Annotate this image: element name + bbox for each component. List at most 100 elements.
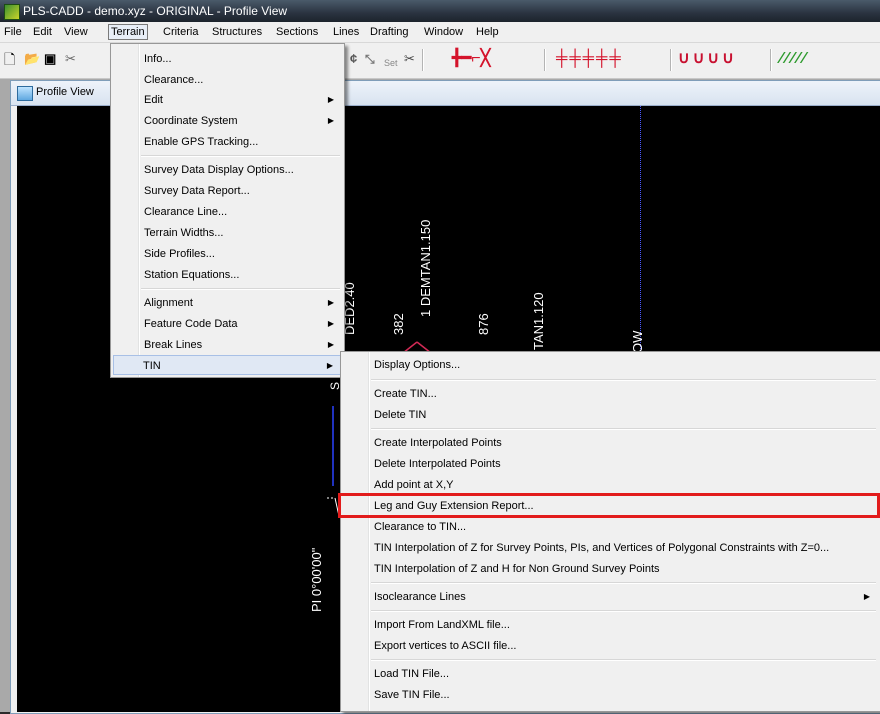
submenu-arrow-icon: ▶ — [327, 340, 334, 349]
menu-item-label: Terrain Widths... — [144, 227, 224, 239]
toolbar-separator — [544, 49, 546, 71]
tin-submenu: Display Options... Create TIN... Delete … — [340, 351, 880, 712]
tin-menu-add-point[interactable]: Add point at X,Y — [343, 475, 878, 495]
wire-tools-icon[interactable]: ╪╪╪╪╪ — [556, 51, 623, 67]
menu-lines[interactable]: Lines — [330, 25, 362, 39]
terrain-menu-info[interactable]: Info... — [113, 49, 342, 69]
menu-separator — [371, 659, 876, 661]
tin-menu-delete-interpolated[interactable]: Delete Interpolated Points — [343, 454, 878, 474]
terrain-menu-break-lines[interactable]: Break Lines ▶ — [113, 335, 342, 355]
menu-item-label: Survey Data Display Options... — [144, 164, 294, 176]
annotation-highlight-box — [338, 493, 880, 518]
submenu-arrow-icon: ▶ — [327, 319, 334, 328]
menu-item-label: Edit — [144, 94, 163, 106]
menu-item-label: Clearance to TIN... — [374, 521, 467, 533]
terrain-menu-clearance-line[interactable]: Clearance Line... — [113, 202, 342, 222]
menu-window[interactable]: Window — [421, 25, 466, 39]
menu-item-label: Side Profiles... — [144, 248, 215, 260]
pls-cadd-app-icon — [4, 4, 20, 20]
tin-menu-interp-z-survey[interactable]: TIN Interpolation of Z for Survey Points… — [343, 538, 878, 558]
sag-tools-icon[interactable]: ∪∪∪∪ — [678, 51, 737, 67]
menu-separator — [371, 428, 876, 430]
menu-edit[interactable]: Edit — [30, 25, 55, 39]
menu-item-label: Create TIN... — [374, 388, 437, 400]
menu-criteria[interactable]: Criteria — [160, 25, 201, 39]
staking-tools-icon[interactable]: ⁄⁄⁄⁄⁄ — [780, 51, 808, 67]
tin-menu-load-tin[interactable]: Load TIN File... — [343, 664, 878, 684]
menu-file[interactable]: File — [1, 25, 25, 39]
menu-structures[interactable]: Structures — [209, 25, 265, 39]
menu-item-label: Save TIN File... — [374, 689, 450, 701]
menubar: File Edit View Terrain Criteria Structur… — [0, 22, 880, 43]
tin-menu-interp-z-h[interactable]: TIN Interpolation of Z and H for Non Gro… — [343, 559, 878, 579]
tin-menu-delete-tin[interactable]: Delete TIN — [343, 405, 878, 425]
terrain-menu-survey-display-options[interactable]: Survey Data Display Options... — [113, 160, 342, 180]
tin-menu-clearance-to-tin[interactable]: Clearance to TIN... — [343, 517, 878, 537]
set-button[interactable]: Set — [384, 55, 398, 71]
terrain-menu-side-profiles[interactable]: Side Profiles... — [113, 244, 342, 264]
terrain-menu-edit[interactable]: Edit ▶ — [113, 90, 342, 110]
profile-view-title: Profile View — [36, 86, 94, 98]
menu-drafting[interactable]: Drafting — [367, 25, 412, 39]
menu-item-label: Coordinate System — [144, 115, 238, 127]
cut-icon[interactable]: ✂ — [65, 51, 76, 67]
menu-separator — [371, 610, 876, 612]
submenu-arrow-icon: ▶ — [327, 298, 334, 307]
menu-item-label: Add point at X,Y — [374, 479, 454, 491]
submenu-arrow-icon: ▶ — [326, 361, 333, 370]
submenu-arrow-icon: ▶ — [327, 95, 334, 104]
save-icon[interactable]: ▣ — [44, 51, 56, 67]
menu-item-label: Delete TIN — [374, 409, 427, 421]
menu-view[interactable]: View — [61, 25, 91, 39]
terrain-menu-coordinate-system[interactable]: Coordinate System ▶ — [113, 111, 342, 131]
tin-menu-isoclearance-lines[interactable]: Isoclearance Lines ▶ — [343, 587, 878, 607]
terrain-menu-survey-report[interactable]: Survey Data Report... — [113, 181, 342, 201]
submenu-arrow-icon: ▶ — [863, 592, 870, 601]
dollar-icon[interactable]: ¢ — [350, 51, 357, 67]
new-icon[interactable]: 🗋 — [4, 51, 15, 67]
terrain-menu-enable-gps[interactable]: Enable GPS Tracking... — [113, 132, 342, 152]
menu-help[interactable]: Help — [473, 25, 502, 39]
open-icon[interactable]: 📂 — [24, 51, 40, 67]
terrain-menu: Info... Clearance... Edit ▶ Coordinate Sy… — [110, 43, 345, 378]
terrain-menu-feature-code[interactable]: Feature Code Data ▶ — [113, 314, 342, 334]
window-titlebar: PLS-CADD - demo.xyz - ORIGINAL - Profile… — [0, 0, 880, 22]
terrain-menu-clearance[interactable]: Clearance... — [113, 70, 342, 90]
menu-sections[interactable]: Sections — [273, 25, 321, 39]
menu-item-label: Export vertices to ASCII file... — [374, 640, 517, 652]
scissors-icon[interactable]: ✂ — [404, 51, 415, 67]
menu-item-label: Isoclearance Lines — [374, 591, 466, 603]
menu-item-label: Info... — [144, 53, 172, 65]
menu-separator — [141, 288, 340, 290]
terrain-menu-terrain-widths[interactable]: Terrain Widths... — [113, 223, 342, 243]
menu-item-label: Enable GPS Tracking... — [144, 136, 259, 148]
terrain-menu-tin[interactable]: TIN ▶ — [113, 355, 342, 375]
menu-item-label: Feature Code Data — [144, 318, 238, 330]
toolbar-separator — [422, 49, 424, 71]
menu-separator — [371, 379, 876, 381]
tin-menu-create-interpolated[interactable]: Create Interpolated Points — [343, 433, 878, 453]
menu-item-label: Break Lines — [144, 339, 203, 351]
structure-tools-icon[interactable]: ╋━⌐╳ — [452, 51, 490, 67]
menu-terrain[interactable]: Terrain — [108, 24, 148, 40]
menu-item-label: TIN Interpolation of Z for Survey Points… — [374, 542, 830, 554]
terrain-menu-station-equations[interactable]: Station Equations... — [113, 265, 342, 285]
menu-item-label: Clearance Line... — [144, 206, 228, 218]
menu-item-label: Display Options... — [374, 359, 461, 371]
menu-item-label: Import From LandXML file... — [374, 619, 510, 631]
menu-item-label: Load TIN File... — [374, 668, 449, 680]
tin-menu-save-tin[interactable]: Save TIN File... — [343, 685, 878, 705]
menu-item-label: Survey Data Report... — [144, 185, 250, 197]
toolbar-separator — [670, 49, 672, 71]
terrain-menu-alignment[interactable]: Alignment ▶ — [113, 293, 342, 313]
tin-menu-import-landxml[interactable]: Import From LandXML file... — [343, 615, 878, 635]
tin-menu-export-ascii[interactable]: Export vertices to ASCII file... — [343, 636, 878, 656]
move-icon[interactable]: ⤡ — [365, 51, 375, 67]
profile-view-icon — [17, 86, 33, 101]
menu-item-label: Alignment — [144, 297, 193, 309]
tin-menu-display-options[interactable]: Display Options... — [343, 355, 878, 375]
menu-item-label: TIN Interpolation of Z and H for Non Gro… — [374, 563, 660, 575]
tin-menu-create-tin[interactable]: Create TIN... — [343, 384, 878, 404]
menu-separator — [371, 582, 876, 584]
menu-item-label: TIN — [143, 360, 161, 372]
